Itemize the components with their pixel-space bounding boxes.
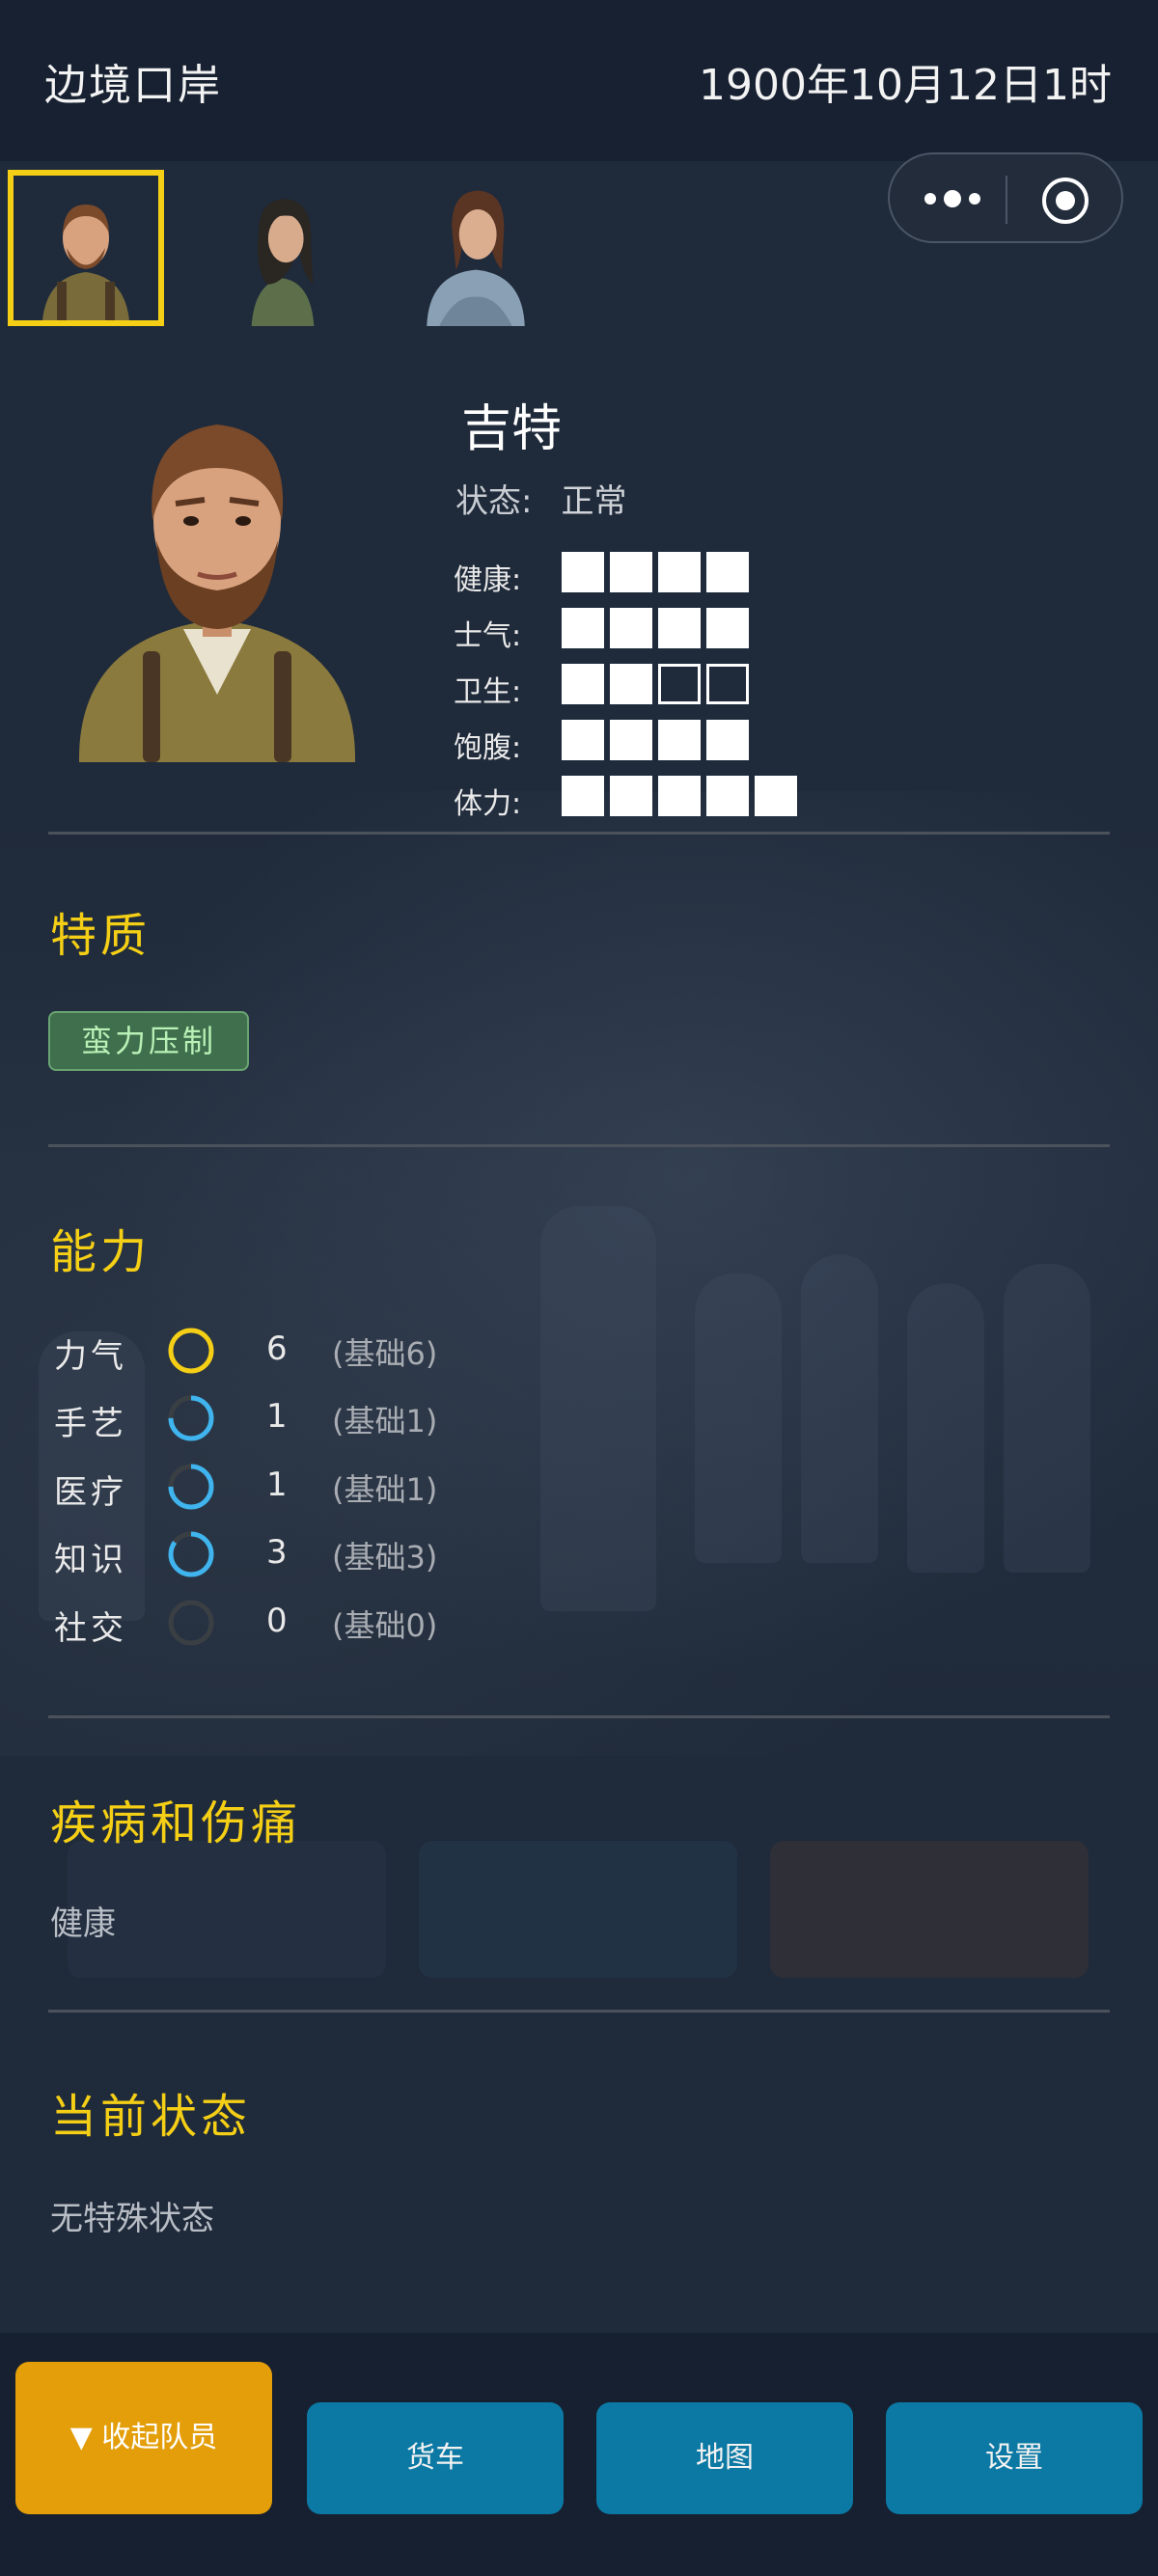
traits-title: 特质 [50,909,152,963]
map-button[interactable]: 地图 [596,2402,853,2514]
top-bar: 边境口岸 1900年10月12日1时 [0,0,1158,161]
settings-button[interactable]: 设置 [886,2402,1143,2514]
stat-box-filled [658,720,701,760]
stat-label: 体力: [454,787,522,821]
ability-ring-icon [168,1600,214,1646]
location-title: 边境口岸 [44,61,222,110]
stat-box-filled [610,664,652,704]
stat-box-filled [610,608,652,648]
section-divider [48,832,1110,835]
stat-box-filled [658,608,701,648]
section-divider [48,1144,1110,1147]
stat-boxes [562,776,797,816]
stat-box-filled [610,776,652,816]
woman-portrait-icon [427,190,525,326]
ability-name: 社交 [54,1609,127,1648]
stat-label: 饱腹: [454,731,522,765]
stat-box-filled [562,552,604,592]
ability-ring-fill [168,1328,214,1374]
stat-boxes [562,720,749,760]
character-portrait [78,425,356,762]
illness-text: 健康 [50,1905,116,1943]
stat-box-filled [706,720,749,760]
capsule-divider [1006,176,1007,224]
collapse-members-button[interactable]: ▼ 收起队员 [15,2362,272,2514]
ability-name: 力气 [54,1337,127,1376]
man-portrait-icon [14,176,158,320]
stat-box-filled [658,552,701,592]
ability-ring-icon [168,1395,214,1441]
ability-name: 知识 [54,1541,127,1579]
status-value: 正常 [561,482,627,521]
current-status-text: 无特殊状态 [50,2200,214,2238]
ability-value: 6 [266,1329,288,1368]
stat-box-filled [562,608,604,648]
section-divider [48,1715,1110,1718]
party-member-avatar-1[interactable] [8,170,164,326]
stat-box-filled [562,720,604,760]
game-datetime: 1900年10月12日1时 [699,61,1112,110]
stat-label: 士气: [454,619,522,653]
stat-box-filled [658,776,701,816]
trait-chip[interactable]: 蛮力压制 [48,1011,249,1071]
stat-boxes [562,608,749,648]
ability-base: (基础6) [332,1335,438,1372]
ability-base: (基础1) [332,1403,438,1439]
section-divider [48,2010,1110,2013]
ability-value: 1 [266,1466,288,1504]
stat-boxes [562,664,749,704]
current-status-title: 当前状态 [50,2090,252,2144]
stat-box-filled [706,776,749,816]
stat-box-filled [755,776,797,816]
character-name: 吉特 [461,400,563,458]
ability-base: (基础0) [332,1607,438,1644]
party-member-avatar-2[interactable] [205,170,361,326]
stat-boxes [562,552,749,592]
stat-box-empty [658,664,701,704]
stat-box-filled [706,608,749,648]
character-status: 状态: 正常 [455,475,626,522]
background-button-ghost [770,1841,1089,1978]
stat-box-filled [706,552,749,592]
stat-label: 卫生: [454,675,522,709]
girl-portrait-icon [251,199,315,326]
ability-value: 0 [266,1602,288,1640]
close-target-icon[interactable] [1040,176,1090,226]
ability-ring-track [168,1600,214,1646]
stat-box-filled [562,776,604,816]
ability-base: (基础1) [332,1471,438,1508]
ability-ring-icon [168,1464,214,1510]
ability-base: (基础3) [332,1539,438,1576]
party-member-avatar-3[interactable] [398,170,554,326]
status-label: 状态: [455,482,533,521]
background-button-ghost [419,1841,737,1978]
stat-box-empty [706,664,749,704]
ability-name: 手艺 [54,1405,127,1443]
illness-title: 疾病和伤痛 [50,1796,302,1850]
truck-button[interactable]: 货车 [307,2402,564,2514]
ability-value: 1 [266,1397,288,1436]
ability-ring-icon [168,1531,214,1577]
ability-ring-icon [168,1328,214,1374]
stat-box-filled [610,552,652,592]
more-icon[interactable] [919,181,986,216]
ability-value: 3 [266,1533,288,1572]
stat-label: 健康: [454,563,522,597]
abilities-title: 能力 [50,1225,152,1279]
stat-box-filled [562,664,604,704]
ability-name: 医疗 [54,1473,127,1512]
miniprogram-capsule [888,152,1123,243]
stat-box-filled [610,720,652,760]
